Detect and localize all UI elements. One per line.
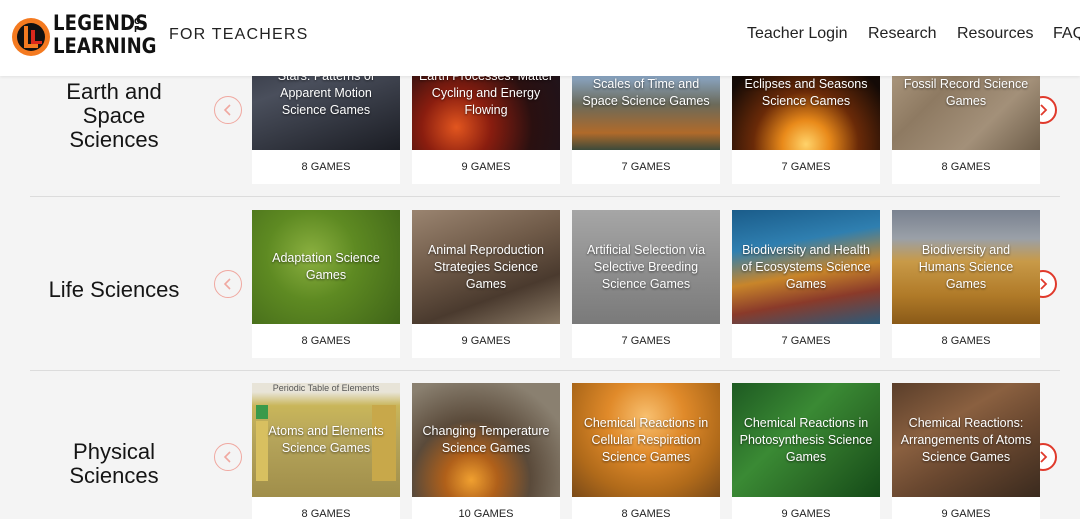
game-card[interactable]: Biodiversity and Health of Ecosystems Sc… <box>732 210 880 358</box>
section-title: Physical Sciences <box>28 440 200 488</box>
game-card[interactable]: Chemical Reactions in Cellular Respirati… <box>572 383 720 519</box>
card-game-count: 8 GAMES <box>941 161 991 173</box>
for-teachers-label[interactable]: FOR TEACHERS <box>169 26 308 44</box>
nav-teacher-login[interactable]: Teacher Login <box>747 25 848 43</box>
nav-resources[interactable]: Resources <box>957 25 1033 43</box>
game-card[interactable]: Periodic Table of Elements Atoms and Ele… <box>252 383 400 519</box>
carousel-prev-button[interactable] <box>214 270 242 298</box>
game-card[interactable]: Animal Reproduction Strategies Science G… <box>412 210 560 358</box>
card-game-count: 8 GAMES <box>941 335 991 347</box>
card-game-count: 8 GAMES <box>301 508 351 519</box>
chevron-left-icon <box>223 104 231 116</box>
card-game-count: 7 GAMES <box>781 161 831 173</box>
game-card[interactable]: Adaptation Science Games 8 GAMES <box>252 210 400 358</box>
card-game-count: 8 GAMES <box>301 161 351 173</box>
card-title: Animal Reproduction Strategies Science G… <box>427 242 545 291</box>
logo-line2: LEARNING <box>53 34 157 58</box>
section-title-line: Sciences <box>69 127 159 152</box>
card-title: Adaptation Science Games <box>272 251 380 282</box>
game-card[interactable]: Biodiversity and Humans Science Games 8 … <box>892 210 1040 358</box>
chevron-left-icon <box>223 278 231 290</box>
section-title-line: Earth and <box>66 79 162 104</box>
card-title: Chemical Reactions in Cellular Respirati… <box>583 415 709 464</box>
section-divider <box>30 196 1060 197</box>
card-title: Atoms and Elements Science Games <box>268 424 384 455</box>
card-game-count: 7 GAMES <box>621 161 671 173</box>
card-game-count: 9 GAMES <box>781 508 831 519</box>
section-title-line: Sciences <box>69 463 159 488</box>
carousel-prev-button[interactable] <box>214 443 242 471</box>
card-title: Biodiversity and Health of Ecosystems Sc… <box>741 242 871 291</box>
game-card[interactable]: Chemical Reactions in Photosynthesis Sci… <box>732 383 880 519</box>
card-game-count: 10 GAMES <box>458 508 514 519</box>
nav-faq[interactable]: FAQ <box>1053 25 1080 43</box>
section-title-line: Physical <box>73 439 155 464</box>
card-game-count: 8 GAMES <box>621 508 671 519</box>
section-title-line: Space <box>82 103 146 128</box>
nav-research[interactable]: Research <box>868 25 936 43</box>
card-title: Changing Temperature Science Games <box>422 424 550 455</box>
carousel-prev-button[interactable] <box>214 96 242 124</box>
logo-of: OF <box>134 17 141 34</box>
card-game-count: 7 GAMES <box>781 335 831 347</box>
game-card[interactable]: Chemical Reactions: Arrangements of Atom… <box>892 383 1040 519</box>
game-card[interactable]: Artificial Selection via Selective Breed… <box>572 210 720 358</box>
chevron-left-icon <box>223 451 231 463</box>
card-game-count: 7 GAMES <box>621 335 671 347</box>
card-title: Biodiversity and Humans Science Games <box>918 242 1014 291</box>
site-header: LEGENDS LEARNING OF FOR TEACHERS Teacher… <box>0 0 1080 76</box>
logo-badge-icon <box>12 18 50 56</box>
card-game-count: 9 GAMES <box>461 161 511 173</box>
logo-wordmark: LEGENDS LEARNING <box>53 13 173 57</box>
game-card[interactable]: Changing Temperature Science Games 10 GA… <box>412 383 560 519</box>
card-game-count: 9 GAMES <box>941 508 991 519</box>
section-title: Earth and Space Sciences <box>28 80 200 152</box>
card-title: Chemical Reactions: Arrangements of Atom… <box>900 415 1032 464</box>
legends-of-learning-logo[interactable]: LEGENDS LEARNING OF <box>10 8 157 66</box>
section-title-line: Life Sciences <box>48 277 180 302</box>
card-game-count: 9 GAMES <box>461 335 511 347</box>
card-game-count: 8 GAMES <box>301 335 351 347</box>
section-divider <box>30 370 1060 371</box>
card-title: Artificial Selection via Selective Breed… <box>586 242 706 291</box>
card-title: Chemical Reactions in Photosynthesis Sci… <box>739 415 873 464</box>
section-title: Life Sciences <box>28 278 200 302</box>
